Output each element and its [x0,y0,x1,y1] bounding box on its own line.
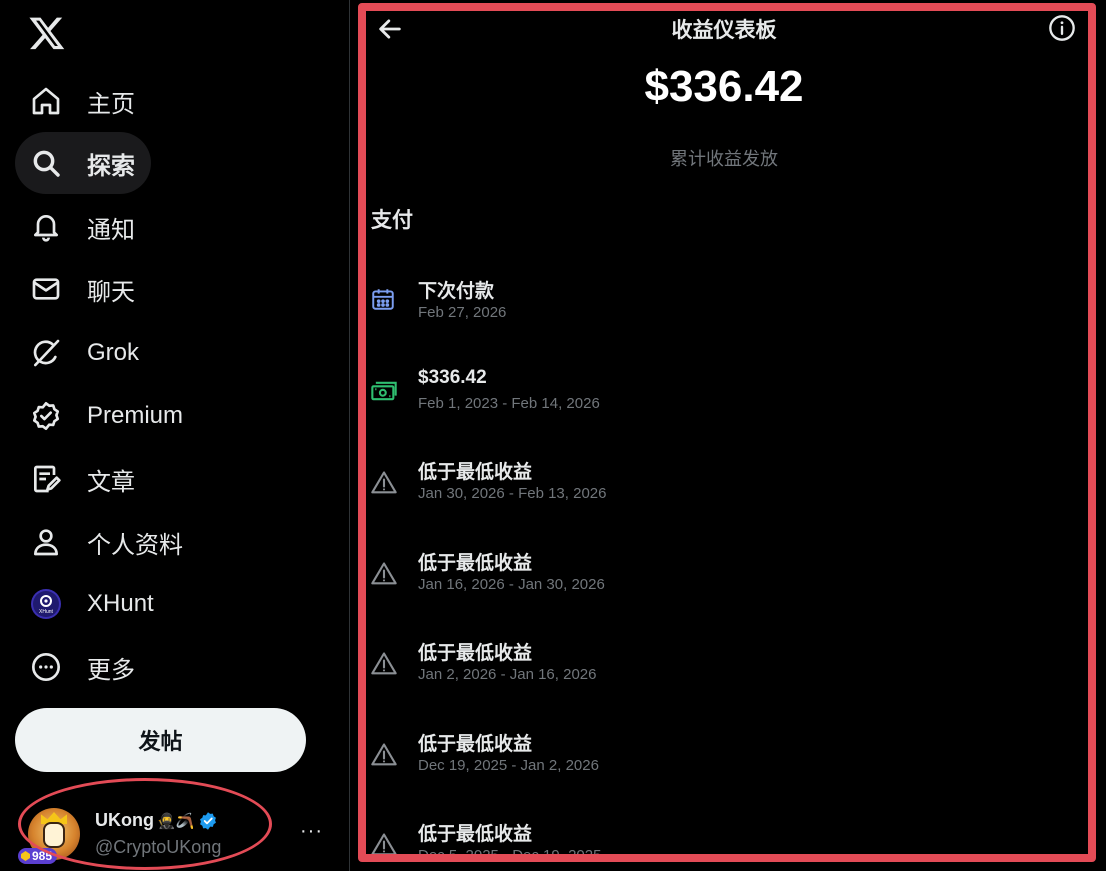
back-arrow-icon[interactable] [376,15,404,43]
nav-item-profile[interactable]: 个人资料 [15,511,199,573]
page-title: 收益仪表板 [671,19,777,42]
account-name: UKong [95,810,154,830]
nav-item-home[interactable]: 主页 [15,70,151,132]
search-icon [29,146,63,180]
svg-text:XHunt: XHunt [39,609,54,615]
payment-row-date: Feb 27, 2026 [418,304,507,321]
profile-icon [29,525,63,559]
nav-label: Premium [87,402,184,429]
nav-label: 更多 [87,656,135,684]
grok-icon [29,336,63,370]
mail-icon [29,272,63,306]
nav-label: 探索 [87,152,135,180]
nav-label: 个人资料 [87,531,183,559]
nav-label: 聊天 [87,278,135,306]
payment-row-date: Jan 30, 2026 - Feb 13, 2026 [418,485,607,502]
nav-item-xhunt[interactable]: XHunt XHunt [15,573,170,635]
nav-item-grok[interactable]: Grok [15,322,155,384]
more-circle-icon [29,650,63,684]
payment-row[interactable]: 低于最低收益 Jan 2, 2026 - Jan 16, 2026 [370,638,1070,698]
account-name-row: UKong 🥷🪃 [95,810,218,831]
warning-icon [370,469,398,497]
xhunt-icon: XHunt [29,587,63,621]
scroll-clip [358,854,1096,871]
nav-label: 主页 [87,90,135,118]
payment-row-title: 低于最低收益 [418,553,533,574]
nav-item-premium[interactable]: Premium [15,385,199,447]
payment-row-title: 低于最低收益 [418,643,533,664]
total-earnings-caption: 累计收益发放 [670,149,778,169]
payment-row-date: Feb 1, 2023 - Feb 14, 2026 [418,395,600,412]
nav-item-articles[interactable]: 文章 [15,448,151,510]
nav-item-explore[interactable]: 探索 [15,132,151,194]
nav-label: 文章 [87,468,135,496]
nav-label: Grok [87,339,140,366]
article-icon [29,462,63,496]
payment-row[interactable]: 下次付款 Feb 27, 2026 [370,276,1070,336]
total-earnings: $336.42 [644,62,804,111]
payments-section-title: 支付 [371,209,413,232]
home-icon [29,84,63,118]
account-handle: @CryptoUKong [95,837,222,857]
payment-row-title: $336.42 [418,367,487,388]
verified-badge-icon [200,811,217,830]
payment-row[interactable]: 低于最低收益 Jan 30, 2026 - Feb 13, 2026 [370,457,1070,517]
payment-row[interactable]: 低于最低收益 Dec 19, 2025 - Jan 2, 2026 [370,729,1070,789]
column-divider [349,0,350,871]
info-icon[interactable] [1048,14,1076,42]
nav-item-notifications[interactable]: 通知 [15,196,151,258]
sidebar: 主页 探索 通知 聊天 Grok Premium 文章 个人资料 XHunt X… [0,0,350,871]
payment-row-title: 低于最低收益 [418,462,533,483]
level-badge: 985 [18,848,58,864]
x-logo-icon[interactable] [28,14,66,52]
nav-label: 通知 [87,216,135,244]
money-icon [370,377,398,405]
payment-row-title: 下次付款 [418,281,495,302]
payment-row-title: 低于最低收益 [418,824,533,845]
post-button[interactable]: 发帖 [15,708,306,772]
nav-item-chat[interactable]: 聊天 [15,258,151,320]
payment-row[interactable]: $336.42 Feb 1, 2023 - Feb 14, 2026 [370,367,1070,427]
premium-icon [29,399,63,433]
payment-row-title: 低于最低收益 [418,734,533,755]
warning-icon [370,650,398,678]
bell-icon [29,210,63,244]
nav-item-more[interactable]: 更多 [15,636,151,698]
warning-icon [370,560,398,588]
calendar-icon [370,286,398,314]
payment-row-date: Jan 2, 2026 - Jan 16, 2026 [418,666,597,683]
payment-row-date: Jan 16, 2026 - Jan 30, 2026 [418,576,605,593]
warning-icon [370,741,398,769]
payment-row[interactable]: 低于最低收益 Jan 16, 2026 - Jan 30, 2026 [370,548,1070,608]
account-more-button[interactable]: ··· [300,820,323,843]
app-window: 主页 探索 通知 聊天 Grok Premium 文章 个人资料 XHunt X… [0,0,1106,871]
payment-row-date: Dec 19, 2025 - Jan 2, 2026 [418,757,599,774]
nav-label: XHunt [87,590,154,617]
account-emoji: 🥷🪃 [156,812,195,830]
account-switcher[interactable]: 985 UKong 🥷🪃 @CryptoUKong ··· [18,806,328,866]
